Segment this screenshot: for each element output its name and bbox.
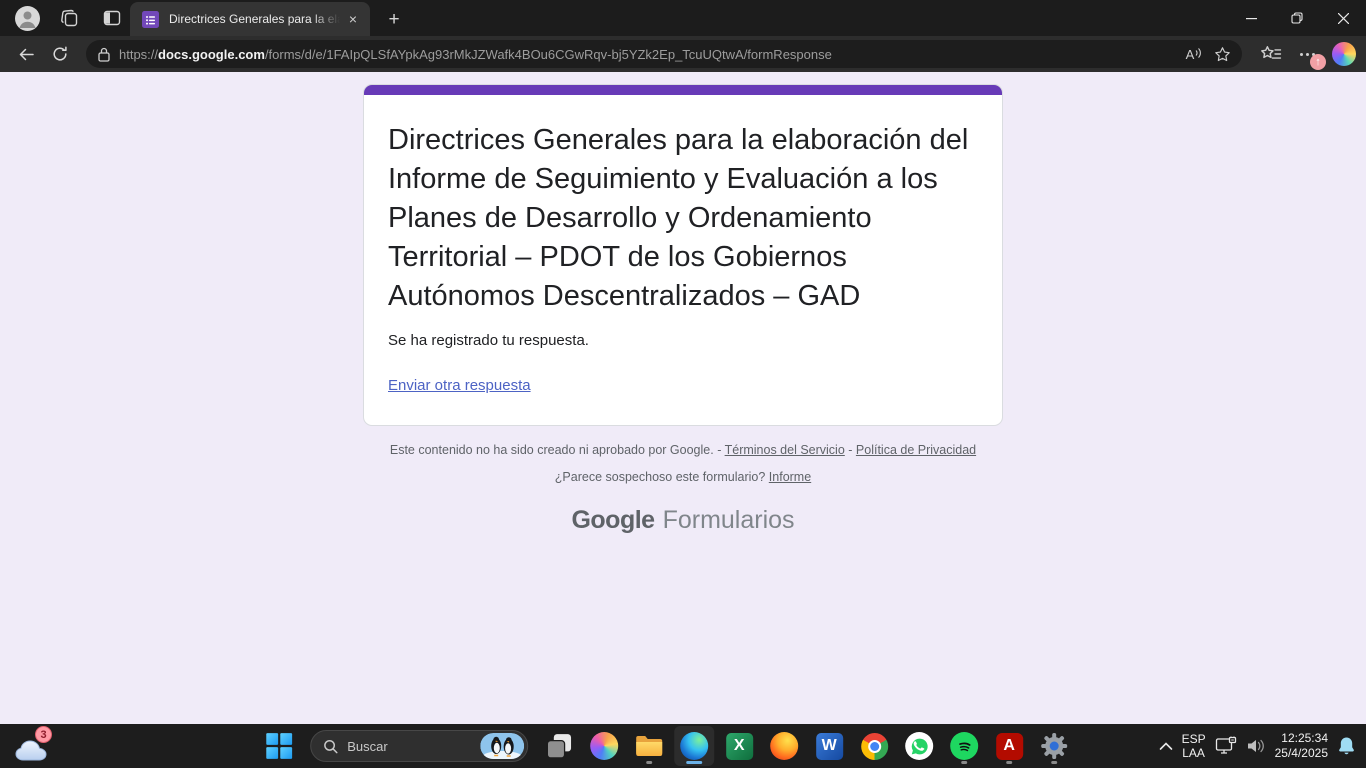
- workspaces-button[interactable]: [58, 6, 82, 30]
- penguins-image: [480, 733, 524, 759]
- form-accent-bar: [364, 85, 1002, 95]
- word-button[interactable]: W: [809, 726, 849, 766]
- edge-icon: [680, 732, 708, 760]
- windows-start-icon: [265, 732, 293, 760]
- forms-wordmark: Formularios: [663, 506, 795, 535]
- read-aloud-button[interactable]: A: [1180, 42, 1208, 66]
- new-tab-button[interactable]: +: [382, 8, 406, 32]
- acrobat-button[interactable]: A: [989, 726, 1029, 766]
- taskbar: 3 Buscar: [0, 724, 1366, 768]
- browser-navbar: https://docs.google.com/forms/d/e/1FAIpQ…: [0, 36, 1366, 72]
- notification-count-badge: 3: [35, 726, 52, 743]
- copilot-icon: [590, 732, 618, 760]
- screen: Directrices Generales para la elab × +: [0, 0, 1366, 768]
- workspaces-icon: [60, 8, 80, 28]
- task-view-icon: [545, 732, 573, 760]
- favorites-list-icon: [1260, 45, 1282, 63]
- whatsapp-button[interactable]: [899, 726, 939, 766]
- firefox-icon: [770, 732, 798, 760]
- search-placeholder: Buscar: [347, 739, 480, 754]
- clock[interactable]: 12:25:34 25/4/2025: [1275, 731, 1328, 761]
- submit-another-response-link[interactable]: Enviar otra respuesta: [388, 377, 531, 394]
- firefox-button[interactable]: [764, 726, 804, 766]
- chrome-button[interactable]: [854, 726, 894, 766]
- read-aloud-icon: A: [1186, 47, 1195, 62]
- terms-link[interactable]: Términos del Servicio: [725, 443, 845, 457]
- tab-title: Directrices Generales para la elab: [169, 11, 340, 27]
- network-button[interactable]: [1215, 726, 1237, 766]
- split-view-icon: [102, 8, 122, 28]
- page-content: Directrices Generales para la elaboració…: [0, 72, 1366, 724]
- refresh-button[interactable]: [46, 40, 74, 68]
- update-badge: ↑: [1310, 54, 1326, 70]
- restore-icon: [1291, 12, 1303, 24]
- tab-title-fade: [312, 11, 340, 27]
- minimize-icon: [1246, 13, 1257, 24]
- notifications-button[interactable]: [1337, 726, 1356, 766]
- gear-icon: [1040, 732, 1068, 760]
- excel-button[interactable]: X: [719, 726, 759, 766]
- back-icon: [18, 46, 35, 63]
- word-icon: W: [816, 733, 843, 760]
- close-icon: [1338, 13, 1349, 24]
- spotify-button[interactable]: [944, 726, 984, 766]
- browser-titlebar: Directrices Generales para la elab × +: [0, 0, 1366, 36]
- form-response-card: Directrices Generales para la elaboració…: [363, 84, 1003, 426]
- task-view-button[interactable]: [539, 726, 579, 766]
- close-window-button[interactable]: [1320, 0, 1366, 36]
- favorite-star-button[interactable]: [1208, 42, 1236, 66]
- clock-date: 25/4/2025: [1275, 746, 1328, 761]
- form-footer: Este contenido no ha sido creado ni apro…: [363, 443, 1003, 484]
- tray-overflow-button[interactable]: [1159, 726, 1173, 766]
- whatsapp-icon: [905, 732, 933, 760]
- file-explorer-button[interactable]: [629, 726, 669, 766]
- edge-button[interactable]: [674, 726, 714, 766]
- spotify-icon: [950, 732, 978, 760]
- report-abuse-link[interactable]: Informe: [769, 470, 811, 484]
- copilot-taskbar-button[interactable]: [584, 726, 624, 766]
- form-title: Directrices Generales para la elaboració…: [388, 121, 978, 316]
- close-tab-button[interactable]: ×: [344, 10, 362, 28]
- google-wordmark: Google: [571, 506, 654, 535]
- onedrive-cloud-button[interactable]: 3: [14, 728, 52, 764]
- language-indicator[interactable]: ESPLAA: [1182, 732, 1206, 760]
- settings-button[interactable]: [1034, 726, 1074, 766]
- google-forms-logo: Google Formularios: [571, 506, 794, 535]
- chevron-up-icon: [1159, 742, 1173, 751]
- excel-icon: X: [726, 733, 753, 760]
- chrome-icon: [861, 733, 888, 760]
- search-highlight-image[interactable]: [480, 733, 524, 759]
- search-icon: [323, 739, 338, 754]
- settings-menu-button[interactable]: ↑: [1296, 42, 1318, 66]
- footer-report: ¿Parece sospechoso este formulario? Info…: [363, 470, 1003, 484]
- sound-waves-icon: [1195, 47, 1202, 59]
- tab-actions-button[interactable]: [100, 6, 124, 30]
- privacy-link[interactable]: Política de Privacidad: [856, 443, 976, 457]
- ethernet-display-icon: [1215, 736, 1237, 756]
- start-button[interactable]: [259, 726, 299, 766]
- speaker-icon: [1246, 737, 1266, 755]
- person-icon: [15, 6, 40, 31]
- minimize-button[interactable]: [1228, 0, 1274, 36]
- taskbar-search-input[interactable]: Buscar: [310, 730, 528, 762]
- bell-icon: [1337, 736, 1356, 756]
- acrobat-icon: A: [996, 733, 1023, 760]
- address-bar[interactable]: https://docs.google.com/forms/d/e/1FAIpQ…: [86, 40, 1242, 68]
- browser-tab-active[interactable]: Directrices Generales para la elab ×: [130, 2, 370, 36]
- lock-icon: [98, 47, 110, 62]
- volume-button[interactable]: [1246, 726, 1266, 766]
- footer-disclaimer: Este contenido no ha sido creado ni apro…: [363, 443, 1003, 457]
- back-button[interactable]: [12, 40, 40, 68]
- url-text: https://docs.google.com/forms/d/e/1FAIpQ…: [119, 47, 1180, 62]
- profile-avatar[interactable]: [15, 6, 40, 31]
- clock-time: 12:25:34: [1275, 731, 1328, 746]
- form-status-text: Se ha registrado tu respuesta.: [388, 332, 978, 349]
- star-icon: [1214, 46, 1231, 63]
- restore-button[interactable]: [1274, 0, 1320, 36]
- google-forms-favicon: [142, 11, 159, 28]
- copilot-button[interactable]: [1332, 42, 1356, 66]
- refresh-icon: [52, 46, 68, 62]
- file-explorer-icon: [635, 732, 663, 760]
- favorites-bar-button[interactable]: [1260, 45, 1282, 63]
